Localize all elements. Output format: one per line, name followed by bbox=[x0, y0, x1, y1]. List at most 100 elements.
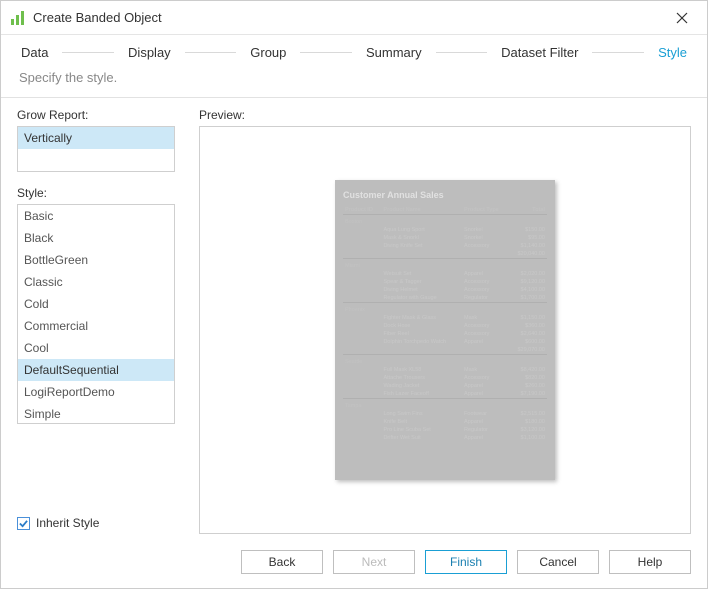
cell: Accessory bbox=[462, 330, 509, 338]
step-subtitle: Specify the style. bbox=[1, 64, 707, 97]
cell bbox=[381, 250, 462, 259]
inherit-style-row[interactable]: Inherit Style bbox=[17, 502, 175, 538]
cell: $4,100.00 bbox=[509, 286, 547, 294]
cell: Accessory bbox=[462, 278, 509, 286]
group-header: Phoenix bbox=[343, 303, 547, 315]
group-header: Tampa bbox=[343, 399, 547, 411]
cell bbox=[462, 250, 509, 259]
grow-report-label: Grow Report: bbox=[17, 108, 175, 122]
style-list[interactable]: Basic Black BottleGreen Classic Cold Com… bbox=[17, 204, 175, 424]
step-style[interactable]: Style bbox=[654, 45, 691, 60]
cell: Apparel bbox=[462, 418, 509, 426]
cell: $1,700.00 bbox=[509, 294, 547, 303]
cell: Snorkel bbox=[462, 226, 509, 234]
dialog-create-banded-object: Create Banded Object Data Display Group … bbox=[0, 0, 708, 589]
dialog-footer: Back Next Finish Cancel Help bbox=[1, 538, 707, 588]
step-display[interactable]: Display bbox=[124, 45, 175, 60]
cell: $150.00 bbox=[509, 226, 547, 234]
cell: Diving Knife Set bbox=[381, 242, 462, 250]
titlebar: Create Banded Object bbox=[1, 1, 707, 35]
cell: Accessory bbox=[462, 374, 509, 382]
cell: Snorkel bbox=[462, 234, 509, 242]
cell: $360.00 bbox=[509, 322, 547, 330]
style-item[interactable]: Cold bbox=[18, 293, 174, 315]
grow-item-vertically[interactable]: Vertically bbox=[18, 127, 174, 149]
right-panel: Preview: Customer Annual Sales Product I… bbox=[199, 108, 691, 538]
step-separator bbox=[62, 52, 114, 53]
inherit-style-checkbox[interactable] bbox=[17, 517, 30, 530]
cell: Dolphin Torchpedo Watch bbox=[381, 338, 462, 346]
style-item[interactable]: Commercial bbox=[18, 315, 174, 337]
cell: Apparel bbox=[462, 382, 509, 390]
cell: Dock Hose bbox=[381, 322, 462, 330]
cell: $820.00 bbox=[509, 374, 547, 382]
preview-page: Customer Annual Sales Product ID Product … bbox=[335, 180, 555, 480]
preview-label: Preview: bbox=[199, 108, 691, 122]
check-icon bbox=[19, 519, 28, 528]
grow-report-list[interactable]: Vertically bbox=[17, 126, 175, 172]
inherit-style-label: Inherit Style bbox=[36, 516, 99, 530]
style-item[interactable]: Classic bbox=[18, 271, 174, 293]
cell: $29,070.00 bbox=[509, 346, 547, 355]
cell: $600.00 bbox=[509, 338, 547, 346]
dialog-title: Create Banded Object bbox=[33, 10, 667, 25]
cell: Long Swim Fins bbox=[381, 410, 462, 418]
cell: Knife Belt bbox=[381, 418, 462, 426]
dialog-body: Grow Report: Vertically Style: Basic Bla… bbox=[1, 98, 707, 538]
cell: $2,515.00 bbox=[509, 410, 547, 418]
cell: Footwear bbox=[462, 410, 509, 418]
cell: Mask bbox=[462, 314, 509, 322]
help-button[interactable]: Help bbox=[609, 550, 691, 574]
group-header: Boston bbox=[343, 215, 547, 227]
close-button[interactable] bbox=[667, 3, 697, 33]
left-panel: Grow Report: Vertically Style: Basic Bla… bbox=[17, 108, 175, 538]
style-item-selected[interactable]: DefaultSequential bbox=[18, 359, 174, 381]
cell: Accessory bbox=[462, 286, 509, 294]
cell: Regulator bbox=[462, 426, 509, 434]
cell: Mask bbox=[462, 366, 509, 374]
cell: Accessory bbox=[462, 242, 509, 250]
cell: Regulator with Gauge bbox=[381, 294, 462, 303]
cell: Accessory bbox=[462, 322, 509, 330]
cell: Fighter Mask & Glass bbox=[381, 314, 462, 322]
cell: Fiber Reel bbox=[381, 330, 462, 338]
cell: Attache Trousers bbox=[381, 374, 462, 382]
step-separator bbox=[300, 52, 352, 53]
app-icon bbox=[11, 11, 25, 25]
step-data[interactable]: Data bbox=[17, 45, 52, 60]
cell: Full Mask XL58 bbox=[381, 366, 462, 374]
cell: $260.00 bbox=[509, 382, 547, 390]
cell: $2,640.00 bbox=[509, 330, 547, 338]
cell: $9,120.00 bbox=[509, 278, 547, 286]
col-header: Product ID bbox=[343, 206, 381, 215]
style-label: Style: bbox=[17, 186, 175, 200]
cell: $95.00 bbox=[509, 234, 547, 242]
preview-area: Customer Annual Sales Product ID Product … bbox=[199, 126, 691, 534]
cell: Aqua Lung Sport bbox=[381, 226, 462, 234]
cell: Apparel bbox=[462, 270, 509, 278]
style-item[interactable]: Black bbox=[18, 227, 174, 249]
style-item[interactable]: Simple bbox=[18, 403, 174, 424]
back-button[interactable]: Back bbox=[241, 550, 323, 574]
style-item[interactable]: LogiReportDemo bbox=[18, 381, 174, 403]
cell: $1,150.00 bbox=[509, 314, 547, 322]
finish-button[interactable]: Finish bbox=[425, 550, 507, 574]
col-header: Total bbox=[509, 206, 547, 215]
cell: $8,420.00 bbox=[509, 366, 547, 374]
style-item[interactable]: BottleGreen bbox=[18, 249, 174, 271]
col-header: Product Type bbox=[462, 206, 509, 215]
cancel-button[interactable]: Cancel bbox=[517, 550, 599, 574]
cell: $1,140.00 bbox=[509, 242, 547, 250]
step-group[interactable]: Group bbox=[246, 45, 290, 60]
style-item[interactable]: Basic bbox=[18, 205, 174, 227]
cell: Regulator bbox=[462, 294, 509, 303]
cell: $20,040.00 bbox=[509, 250, 547, 259]
cell: Apparel bbox=[462, 390, 509, 399]
preview-report-title: Customer Annual Sales bbox=[343, 190, 547, 200]
step-summary[interactable]: Summary bbox=[362, 45, 426, 60]
step-separator bbox=[436, 52, 488, 53]
step-dataset-filter[interactable]: Dataset Filter bbox=[497, 45, 582, 60]
group-header: Miami bbox=[343, 259, 547, 271]
style-item[interactable]: Cool bbox=[18, 337, 174, 359]
step-separator bbox=[185, 52, 237, 53]
